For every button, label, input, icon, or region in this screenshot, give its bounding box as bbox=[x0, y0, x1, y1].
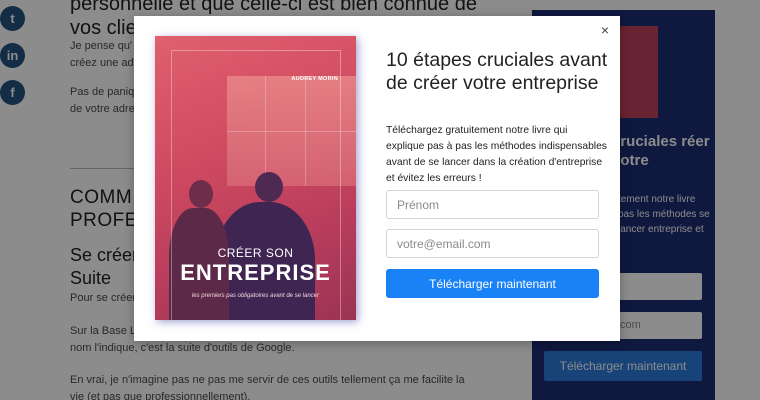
book-title-line2: ENTREPRISE bbox=[180, 260, 331, 285]
ebook-popup: × AUDREY MORIN CRÉER SON ENTREPRISE les … bbox=[134, 16, 620, 341]
close-icon[interactable]: × bbox=[598, 23, 612, 37]
firstname-field[interactable] bbox=[386, 190, 599, 219]
email-field[interactable] bbox=[386, 229, 599, 258]
download-button[interactable]: Télécharger maintenant bbox=[386, 269, 599, 298]
book-title-line1: CRÉER SON bbox=[217, 246, 294, 260]
popup-description: Téléchargez gratuitement notre livre qui… bbox=[386, 125, 607, 184]
book-cover-image: AUDREY MORIN CRÉER SON ENTREPRISE les pr… bbox=[155, 36, 356, 320]
book-subtitle: les premiers pas obligatoires avant de s… bbox=[191, 293, 320, 299]
popup-title: 10 étapes cruciales avant de créer votre… bbox=[386, 49, 608, 94]
book-author: AUDREY MORIN bbox=[291, 76, 338, 82]
